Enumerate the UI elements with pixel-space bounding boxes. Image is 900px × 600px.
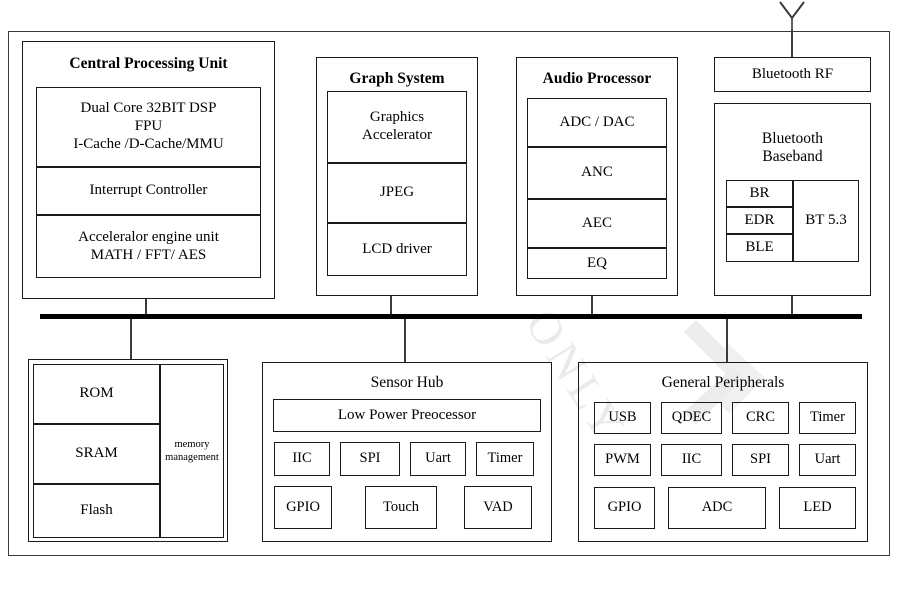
- aec-label: AEC: [582, 214, 612, 231]
- rom-block[interactable]: ROM: [33, 364, 160, 424]
- sensor-touch-label: Touch: [382, 498, 420, 515]
- peripheral-adc-label: ADC: [701, 499, 733, 516]
- jpeg-label: JPEG: [379, 184, 415, 201]
- low-power-processor-block[interactable]: Low Power Preocessor: [273, 399, 541, 432]
- jpeg-block[interactable]: JPEG: [327, 163, 467, 223]
- memory-management-label: memory management: [165, 438, 219, 463]
- general-peripherals-title: General Peripherals: [661, 374, 785, 391]
- bluetooth-bus-connector: [791, 296, 793, 316]
- lcd-driver-block[interactable]: LCD driver: [327, 223, 467, 276]
- sensor-iic-label: IIC: [292, 450, 312, 467]
- adc-dac-label: ADC / DAC: [559, 113, 635, 130]
- peripheral-usb-block[interactable]: USB: [594, 402, 651, 434]
- sensor-spi-label: SPI: [359, 450, 381, 467]
- system-bus: [40, 314, 862, 319]
- accelerator-engine-label: Acceleralor engine unit MATH / FFT/ AES: [78, 228, 219, 263]
- bt-mode-br-block[interactable]: BR: [726, 180, 793, 207]
- peripheral-pwm-label: PWM: [605, 451, 640, 468]
- peripheral-gpio-block[interactable]: GPIO: [594, 487, 655, 529]
- bluetooth-rf-label: Bluetooth RF: [751, 65, 834, 82]
- sensor-uart-block[interactable]: Uart: [410, 442, 466, 476]
- interrupt-controller-block[interactable]: Interrupt Controller: [36, 167, 261, 215]
- low-power-processor-label: Low Power Preocessor: [337, 406, 477, 423]
- sensor-iic-block[interactable]: IIC: [274, 442, 330, 476]
- bt-mode-br-label: BR: [749, 184, 770, 201]
- peripheral-uart-block[interactable]: Uart: [799, 444, 856, 476]
- peripheral-gpio-label: GPIO: [607, 499, 642, 516]
- lcd-driver-label: LCD driver: [362, 240, 432, 257]
- bluetooth-rf-block[interactable]: Bluetooth RF: [714, 57, 871, 92]
- sensor-timer-label: Timer: [487, 450, 523, 467]
- bt-version-label: BT 5.3: [805, 212, 847, 229]
- rom-label: ROM: [79, 385, 114, 402]
- memory-bus-connector: [130, 319, 132, 359]
- sensor-vad-label: VAD: [483, 498, 513, 515]
- antenna-lead: [791, 30, 793, 58]
- peripheral-pwm-block[interactable]: PWM: [594, 444, 651, 476]
- sram-block[interactable]: SRAM: [33, 424, 160, 484]
- peripheral-iic-label: IIC: [681, 451, 702, 468]
- cpu-group-title: Central Processing Unit: [69, 55, 228, 72]
- sram-label: SRAM: [75, 445, 118, 462]
- general-peripherals-bus-connector: [726, 319, 728, 362]
- bt-mode-ble-label: BLE: [745, 239, 774, 256]
- sensor-hub-bus-connector: [404, 319, 406, 362]
- bluetooth-baseband-title: Bluetooth Baseband: [761, 130, 824, 165]
- peripheral-spi-label: SPI: [750, 451, 771, 468]
- peripheral-adc-block[interactable]: ADC: [668, 487, 766, 529]
- sensor-gpio-block[interactable]: GPIO: [274, 486, 332, 529]
- graph-system-bus-connector: [390, 296, 392, 316]
- flash-label: Flash: [80, 502, 113, 519]
- peripheral-iic-block[interactable]: IIC: [661, 444, 722, 476]
- antenna-icon: [779, 1, 805, 34]
- peripheral-timer-block[interactable]: Timer: [799, 402, 856, 434]
- cpu-core-block[interactable]: Dual Core 32BIT DSP FPU I-Cache /D-Cache…: [36, 87, 261, 167]
- sensor-spi-block[interactable]: SPI: [340, 442, 400, 476]
- graphics-accelerator-label: Graphics Accelerator: [362, 109, 432, 143]
- peripheral-uart-label: Uart: [814, 451, 841, 468]
- peripheral-qdec-block[interactable]: QDEC: [661, 402, 722, 434]
- sensor-timer-block[interactable]: Timer: [476, 442, 534, 476]
- flash-block[interactable]: Flash: [33, 484, 160, 538]
- bt-version-block[interactable]: BT 5.3: [793, 180, 859, 262]
- peripheral-spi-block[interactable]: SPI: [732, 444, 789, 476]
- audio-processor-bus-connector: [591, 296, 593, 316]
- aec-block[interactable]: AEC: [527, 199, 667, 248]
- bt-mode-edr-block[interactable]: EDR: [726, 207, 793, 234]
- peripheral-usb-label: USB: [608, 409, 637, 426]
- accelerator-engine-block[interactable]: Acceleralor engine unit MATH / FFT/ AES: [36, 215, 261, 278]
- anc-block[interactable]: ANC: [527, 147, 667, 199]
- memory-management-block[interactable]: memory management: [160, 364, 224, 538]
- peripheral-led-block[interactable]: LED: [779, 487, 856, 529]
- anc-label: ANC: [581, 164, 613, 181]
- sensor-gpio-label: GPIO: [286, 498, 320, 515]
- peripheral-crc-block[interactable]: CRC: [732, 402, 789, 434]
- eq-block[interactable]: EQ: [527, 248, 667, 279]
- diagram-canvas: ONLY Central Processing Unit Dual Core 3…: [0, 0, 900, 567]
- bt-mode-ble-block[interactable]: BLE: [726, 234, 793, 262]
- peripheral-crc-label: CRC: [745, 409, 775, 426]
- graphics-accelerator-block[interactable]: Graphics Accelerator: [327, 91, 467, 163]
- sensor-touch-block[interactable]: Touch: [365, 486, 437, 529]
- peripheral-qdec-label: QDEC: [671, 409, 712, 426]
- peripheral-led-label: LED: [803, 499, 832, 516]
- sensor-hub-title: Sensor Hub: [370, 374, 444, 391]
- sensor-uart-label: Uart: [425, 450, 451, 467]
- eq-label: EQ: [587, 254, 607, 271]
- graph-system-title: Graph System: [349, 70, 445, 87]
- adc-dac-block[interactable]: ADC / DAC: [527, 98, 667, 147]
- sensor-vad-block[interactable]: VAD: [464, 486, 532, 529]
- audio-processor-title: Audio Processor: [542, 70, 652, 87]
- cpu-core-label: Dual Core 32BIT DSP FPU I-Cache /D-Cache…: [73, 100, 224, 152]
- peripheral-timer-label: Timer: [810, 409, 845, 426]
- interrupt-controller-label: Interrupt Controller: [89, 182, 208, 199]
- bt-mode-edr-label: EDR: [744, 211, 775, 228]
